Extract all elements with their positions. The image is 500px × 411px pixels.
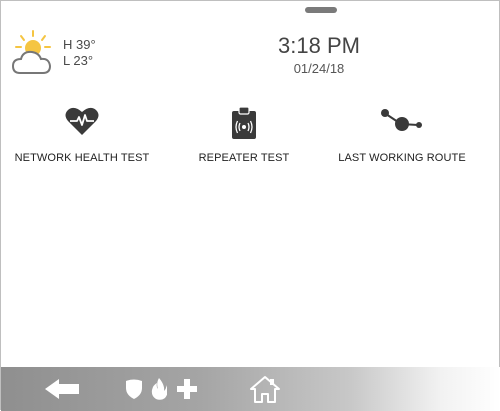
- network-health-test-button[interactable]: NETWORK HEALTH TEST: [11, 106, 153, 168]
- temperature-high: H 39°: [63, 37, 96, 52]
- last-working-route-label: LAST WORKING ROUTE: [338, 152, 466, 164]
- back-arrow-icon: [45, 379, 79, 399]
- heart-pulse-icon: [65, 107, 99, 135]
- repeater-test-button[interactable]: REPEATER TEST: [189, 106, 299, 168]
- repeater-test-label: REPEATER TEST: [198, 152, 290, 164]
- clock-date: 01/24/18: [293, 61, 345, 76]
- back-button[interactable]: [39, 367, 85, 411]
- last-working-route-button[interactable]: LAST WORKING ROUTE: [327, 106, 477, 168]
- home-button[interactable]: [245, 367, 285, 411]
- temperature-low: L 23°: [63, 53, 94, 68]
- touchscreen: H 39° L 23° 3:18 PM 01/24/18 NETWORK HEA…: [0, 0, 500, 411]
- fire-icon: [151, 378, 167, 400]
- shield-icon: [126, 379, 142, 399]
- weather-widget[interactable]: H 39° L 23°: [11, 29, 121, 79]
- home-icon: [250, 376, 280, 403]
- medical-cross-icon: [177, 379, 197, 399]
- emergency-panic-button[interactable]: [121, 367, 201, 411]
- pull-down-handle[interactable]: [305, 7, 337, 13]
- clipboard-signal-icon: [232, 106, 256, 139]
- bottom-navigation-bar: [1, 367, 500, 411]
- clock-time: 3:18 PM: [278, 33, 360, 58]
- route-nodes-icon: [381, 109, 422, 131]
- partly-cloudy-icon: [11, 30, 52, 74]
- network-health-test-label: NETWORK HEALTH TEST: [14, 152, 150, 164]
